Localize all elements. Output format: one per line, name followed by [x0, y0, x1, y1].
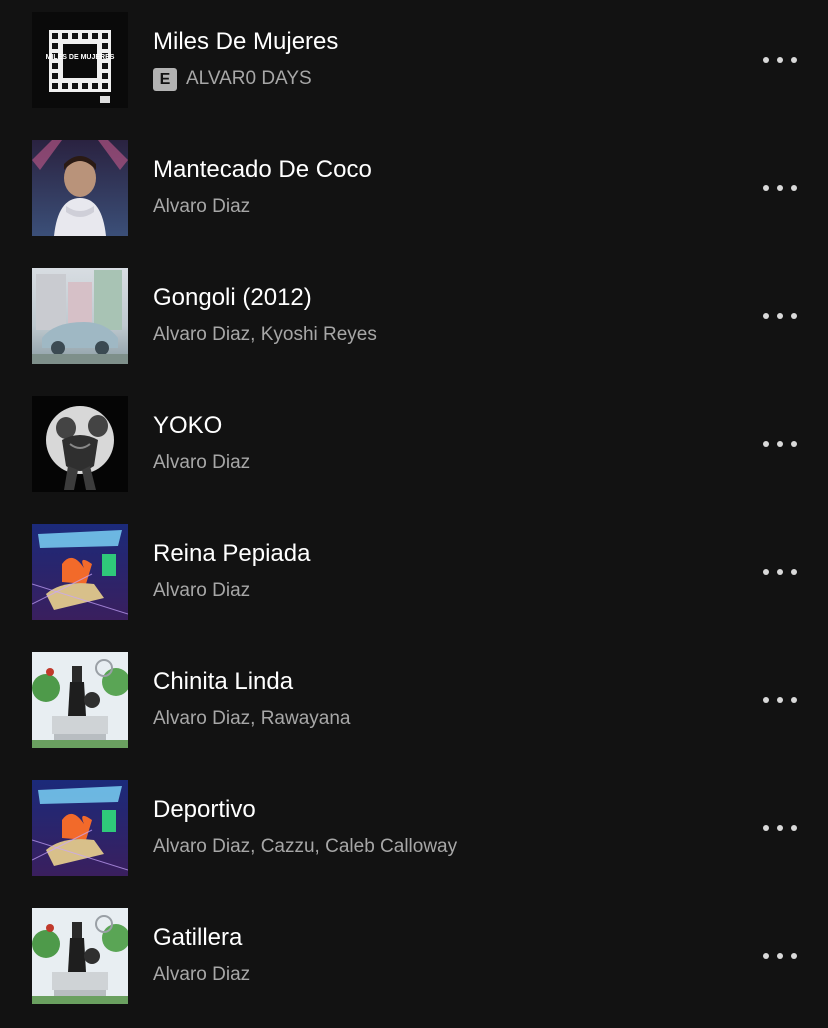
more-options-button[interactable] [760, 816, 800, 840]
album-cover [32, 268, 128, 364]
track-title: Chinita Linda [153, 668, 294, 695]
track-artists: Alvaro Diaz [153, 452, 251, 473]
track-artists: Alvaro Diaz [153, 196, 251, 217]
yoko-cover-art [32, 396, 128, 492]
track-subtitle: Alvaro Diaz [153, 450, 250, 476]
track-subtitle: Alvaro Diaz [153, 962, 250, 988]
album-cover: MILES DE MUJERES [32, 12, 128, 108]
more-options-icon [763, 825, 797, 831]
track-subtitle: Alvaro Diaz [153, 194, 250, 220]
more-options-icon [763, 441, 797, 447]
track-row[interactable]: Mantecado De Coco Alvaro Diaz [0, 128, 828, 256]
track-subtitle: Alvaro Diaz, Kyoshi Reyes [153, 322, 377, 348]
track-artists: ALVAR0 DAYS [186, 68, 312, 89]
track-title: Mantecado De Coco [153, 156, 372, 183]
track-subtitle: Alvaro Diaz, Cazzu, Caleb Calloway [153, 834, 457, 860]
album-cover [32, 652, 128, 748]
more-options-button[interactable] [760, 944, 800, 968]
more-options-icon [763, 57, 797, 63]
album-cover [32, 908, 128, 1004]
diazantes-cover-art [32, 780, 128, 876]
album-cover [32, 780, 128, 876]
album-cover [32, 396, 128, 492]
track-subtitle: E ALVAR0 DAYS [153, 66, 312, 92]
statue-park-cover-art [32, 652, 128, 748]
more-options-button[interactable] [760, 304, 800, 328]
statue-park-cover-art [32, 908, 128, 1004]
track-title: Deportivo [153, 796, 256, 823]
more-options-button[interactable] [760, 432, 800, 456]
track-row[interactable]: Gongoli (2012) Alvaro Diaz, Kyoshi Reyes [0, 256, 828, 384]
album-cover [32, 524, 128, 620]
track-title: Reina Pepiada [153, 540, 311, 567]
gongoli-cover-art [32, 268, 128, 364]
track-row[interactable]: Reina Pepiada Alvaro Diaz [0, 512, 828, 640]
track-row[interactable]: Chinita Linda Alvaro Diaz, Rawayana [0, 640, 828, 768]
track-row[interactable]: YOKO Alvaro Diaz [0, 384, 828, 512]
track-subtitle: Alvaro Diaz [153, 578, 250, 604]
mantecado-de-coco-cover-art [32, 140, 128, 236]
track-title: Gongoli (2012) [153, 284, 312, 311]
more-options-icon [763, 697, 797, 703]
cover-text: MILES DE MUJERES [46, 54, 115, 61]
more-options-button[interactable] [760, 48, 800, 72]
track-row[interactable]: Deportivo Alvaro Diaz, Cazzu, Caleb Call… [0, 768, 828, 896]
more-options-icon [763, 185, 797, 191]
more-options-button[interactable] [760, 688, 800, 712]
miles-de-mujeres-cover-art: MILES DE MUJERES [32, 12, 128, 108]
more-options-icon [763, 313, 797, 319]
track-artists: Alvaro Diaz [153, 964, 251, 985]
track-subtitle: Alvaro Diaz, Rawayana [153, 706, 350, 732]
explicit-badge: E [153, 67, 177, 91]
track-artists: Alvaro Diaz, Kyoshi Reyes [153, 324, 377, 345]
track-title: Miles De Mujeres [153, 28, 339, 55]
more-options-button[interactable] [760, 176, 800, 200]
more-options-button[interactable] [760, 560, 800, 584]
more-options-icon [763, 569, 797, 575]
more-options-icon [763, 953, 797, 959]
track-row[interactable]: MILES DE MUJERES Miles De Mujeres E ALVA… [0, 0, 828, 128]
diazantes-cover-art [32, 524, 128, 620]
track-artists: Alvaro Diaz, Rawayana [153, 708, 351, 729]
track-title: Gatillera [153, 924, 243, 951]
track-row[interactable]: Gatillera Alvaro Diaz [0, 896, 828, 1024]
track-title: YOKO [153, 412, 223, 439]
track-list: MILES DE MUJERES Miles De Mujeres E ALVA… [0, 0, 828, 1028]
track-artists: Alvaro Diaz, Cazzu, Caleb Calloway [153, 836, 458, 857]
track-artists: Alvaro Diaz [153, 580, 251, 601]
album-cover [32, 140, 128, 236]
